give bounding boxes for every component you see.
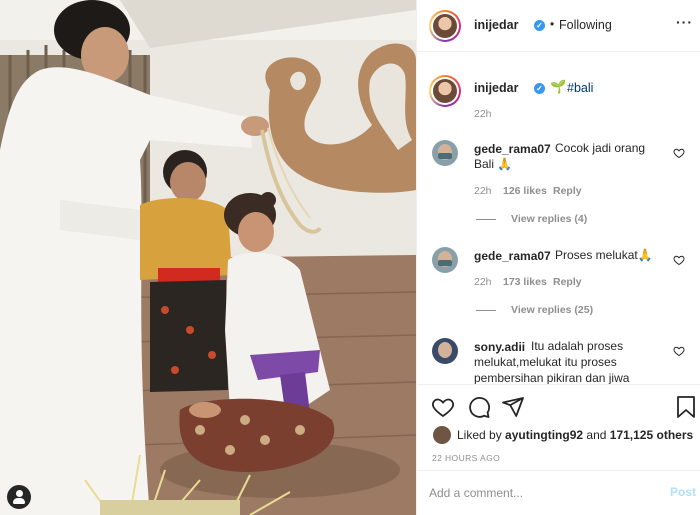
- following-button[interactable]: Following: [559, 18, 612, 32]
- view-replies-button[interactable]: View replies (25): [511, 304, 593, 316]
- comment-icon[interactable]: [467, 395, 491, 419]
- post-header: inijedar ✓ • Following ···: [417, 0, 700, 52]
- instagram-post-view: inijedar ✓ • Following ··· inijedar ✓ 🌱 …: [0, 0, 700, 515]
- author-avatar[interactable]: [429, 10, 461, 42]
- commenter-avatar[interactable]: [432, 247, 458, 273]
- author-username[interactable]: inijedar: [474, 18, 518, 32]
- view-replies-line: [476, 310, 496, 311]
- view-replies-line: [476, 219, 496, 220]
- liker-username[interactable]: ayutingting92: [505, 428, 583, 442]
- photo-illustration: [0, 0, 416, 515]
- commenter-avatar[interactable]: [432, 338, 458, 364]
- comment-username[interactable]: gede_rama07: [474, 249, 551, 263]
- comment-text: Cocok jadi orang: [555, 141, 646, 155]
- comment-likes[interactable]: 173 likes: [503, 276, 547, 288]
- liker-avatar[interactable]: [433, 426, 451, 444]
- post-comment-button[interactable]: Post: [670, 485, 696, 499]
- view-replies-button[interactable]: View replies (4): [511, 213, 587, 225]
- bookmark-icon[interactable]: [675, 395, 697, 419]
- posted-ago[interactable]: 22 HOURS AGO: [432, 453, 500, 463]
- reply-button[interactable]: Reply: [553, 276, 582, 288]
- heart-icon[interactable]: [431, 395, 455, 419]
- more-options-icon[interactable]: ···: [676, 14, 693, 30]
- user-tag-icon[interactable]: [7, 485, 31, 509]
- post-side-panel: inijedar ✓ • Following ··· inijedar ✓ 🌱 …: [416, 0, 700, 515]
- caption-time[interactable]: 22h: [474, 108, 492, 120]
- likes-summary[interactable]: Liked by ayutingting92 and 171,125 other…: [457, 428, 693, 442]
- comment-heart-icon[interactable]: [673, 345, 685, 357]
- caption-avatar[interactable]: [429, 75, 461, 107]
- comment-heart-icon[interactable]: [673, 254, 685, 266]
- comment-text: Proses melukat🙏: [555, 248, 653, 262]
- post-photo[interactable]: [0, 0, 416, 515]
- caption-hashtag[interactable]: #bali: [567, 81, 593, 95]
- comment-username[interactable]: sony.adii: [474, 340, 525, 354]
- add-comment-bar: Post: [417, 470, 700, 515]
- comment-text: pembersihan pikiran dan jiwa: [474, 371, 630, 384]
- comment-time[interactable]: 22h: [474, 276, 492, 288]
- commenter-avatar[interactable]: [432, 140, 458, 166]
- separator-dot: •: [550, 17, 555, 31]
- comments-list[interactable]: inijedar ✓ 🌱 #bali 22h gede_rama07 Cocok…: [417, 52, 700, 384]
- comment-text: Itu adalah proses: [531, 339, 624, 353]
- likes-prefix: Liked by: [457, 428, 502, 442]
- share-icon[interactable]: [501, 395, 525, 419]
- comment-username[interactable]: gede_rama07: [474, 142, 551, 156]
- comment-input[interactable]: [429, 484, 649, 502]
- comment-time[interactable]: 22h: [474, 185, 492, 197]
- comment-likes[interactable]: 126 likes: [503, 185, 547, 197]
- comment-text: melukat,melukat itu proses: [474, 355, 617, 369]
- reply-button[interactable]: Reply: [553, 185, 582, 197]
- post-actions: Liked by ayutingting92 and 171,125 other…: [417, 384, 700, 470]
- verified-badge-icon: ✓: [534, 83, 545, 94]
- comment-text: Bali 🙏: [474, 157, 513, 171]
- plant-icon: 🌱: [550, 79, 567, 94]
- likes-others[interactable]: 171,125 others: [610, 428, 693, 442]
- caption-username[interactable]: inijedar: [474, 81, 518, 95]
- likes-conj: and: [586, 428, 607, 442]
- comment-heart-icon[interactable]: [673, 147, 685, 159]
- verified-badge-icon: ✓: [534, 20, 545, 31]
